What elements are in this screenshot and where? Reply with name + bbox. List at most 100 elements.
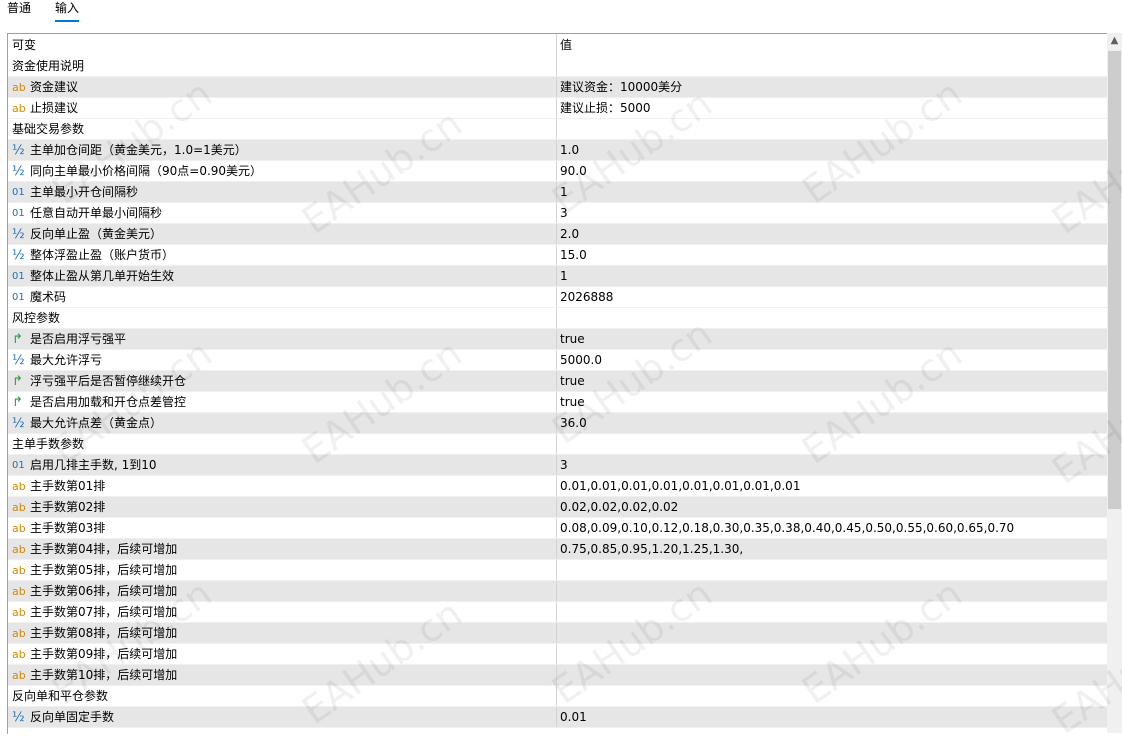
param-name-cell[interactable]: ab 止损建议	[8, 98, 556, 118]
tab-common[interactable]: 普通	[7, 0, 31, 20]
param-name-cell[interactable]: ab 主手数第09排，后续可增加	[8, 644, 556, 664]
param-row[interactable]: 01 魔术码 2026888	[8, 287, 1122, 308]
param-name-cell[interactable]: ab 主手数第06排，后续可增加	[8, 581, 556, 601]
param-value-cell[interactable]	[557, 623, 1108, 643]
param-name-cell[interactable]: ½ 反向单固定手数	[8, 707, 556, 727]
param-row[interactable]: ½ 同向主单最小价格间隔（90点=0.90美元） 90.0	[8, 161, 1122, 182]
param-value-cell[interactable]: 2.0	[557, 224, 1108, 244]
param-row[interactable]: 01 任意自动开单最小间隔秒 3	[8, 203, 1122, 224]
param-value-cell[interactable]: 0.75,0.85,0.95,1.20,1.25,1.30,	[557, 539, 1108, 559]
param-row[interactable]: ½ 整体浮盈止盈（账户货币） 15.0	[8, 245, 1122, 266]
param-name-cell[interactable]: ↱ 是否启用加载和开仓点差管控	[8, 392, 556, 412]
param-value-cell[interactable]: 建议止损：5000	[557, 98, 1108, 118]
param-name-cell[interactable]: 基础交易参数	[8, 119, 556, 139]
param-row[interactable]: 01 整体止盈从第几单开始生效 1	[8, 266, 1122, 287]
param-row[interactable]: ab 止损建议 建议止损：5000	[8, 98, 1122, 119]
param-row[interactable]: ab 主手数第06排，后续可增加	[8, 581, 1122, 602]
tab-inputs[interactable]: 输入	[55, 0, 80, 22]
param-name-cell[interactable]: ½ 反向单止盈（黄金美元）	[8, 224, 556, 244]
param-row[interactable]: ½ 最大允许点差（黄金点） 36.0	[8, 413, 1122, 434]
param-name-cell[interactable]: 风控参数	[8, 308, 556, 328]
section-row[interactable]: 风控参数	[8, 308, 1122, 329]
param-value-cell[interactable]: 90.0	[557, 161, 1108, 181]
param-row[interactable]: ab 资金建议 建议资金：10000美分	[8, 77, 1122, 98]
param-value: 15.0	[560, 248, 587, 262]
param-value-cell[interactable]	[557, 665, 1108, 685]
param-name-cell[interactable]: 资金使用说明	[8, 56, 556, 76]
param-name-cell[interactable]: ab 主手数第10排，后续可增加	[8, 665, 556, 685]
param-value-cell[interactable]: 3	[557, 455, 1108, 475]
param-name-cell[interactable]: 01 魔术码	[8, 287, 556, 307]
param-name-cell[interactable]: 01 主单最小开仓间隔秒	[8, 182, 556, 202]
param-name-cell[interactable]: 主单手数参数	[8, 434, 556, 454]
param-name-cell[interactable]: ↱ 浮亏强平后是否暂停继续开仓	[8, 371, 556, 391]
param-name-cell[interactable]: ab 主手数第08排，后续可增加	[8, 623, 556, 643]
param-name-cell[interactable]: ½ 主单加仓间距（黄金美元，1.0=1美元）	[8, 140, 556, 160]
param-name-cell[interactable]: ab 主手数第01排	[8, 476, 556, 496]
param-row[interactable]: ab 主手数第01排 0.01,0.01,0.01,0.01,0.01,0.01,0…	[8, 476, 1122, 497]
param-value-cell[interactable]: 5000.0	[557, 350, 1108, 370]
param-value-cell[interactable]	[557, 644, 1108, 664]
param-value-cell[interactable]: true	[557, 392, 1108, 412]
param-row[interactable]: ½ 最大允许浮亏 5000.0	[8, 350, 1122, 371]
param-value-cell[interactable]: 0.02,0.02,0.02,0.02	[557, 497, 1108, 517]
param-value-cell[interactable]: 1	[557, 182, 1108, 202]
param-row[interactable]: ab 主手数第03排 0.08,0.09,0.10,0.12,0.18,0.30,0…	[8, 518, 1122, 539]
param-row[interactable]: 01 启用几排主手数, 1到10 3	[8, 455, 1122, 476]
section-row[interactable]: 资金使用说明	[8, 56, 1122, 77]
param-row[interactable]: ↱ 是否启用加载和开仓点差管控 true	[8, 392, 1122, 413]
param-row[interactable]: ↱ 是否启用浮亏强平 true	[8, 329, 1122, 350]
param-value-cell[interactable]: true	[557, 329, 1108, 349]
scroll-up-arrow-icon[interactable]: ▲	[1107, 33, 1122, 49]
param-name-cell[interactable]: 01 启用几排主手数, 1到10	[8, 455, 556, 475]
param-value-cell[interactable]	[557, 602, 1108, 622]
param-name-cell[interactable]: 01 整体止盈从第几单开始生效	[8, 266, 556, 286]
param-value-cell[interactable]	[557, 581, 1108, 601]
param-name-cell[interactable]: 01 任意自动开单最小间隔秒	[8, 203, 556, 223]
header-value-column[interactable]: 值	[557, 34, 1108, 56]
param-value-cell[interactable]	[557, 560, 1108, 580]
section-row[interactable]: 基础交易参数	[8, 119, 1122, 140]
param-row[interactable]: ab 主手数第02排 0.02,0.02,0.02,0.02	[8, 497, 1122, 518]
param-value-cell[interactable]: 2026888	[557, 287, 1108, 307]
param-value-cell[interactable]: 36.0	[557, 413, 1108, 433]
param-value-cell	[557, 308, 1108, 328]
param-value-cell[interactable]: 0.01,0.01,0.01,0.01,0.01,0.01,0.01,0.01	[557, 476, 1108, 496]
param-row[interactable]: 01 主单最小开仓间隔秒 1	[8, 182, 1122, 203]
param-name-cell[interactable]: ½ 最大允许浮亏	[8, 350, 556, 370]
param-value-cell[interactable]: 15.0	[557, 245, 1108, 265]
param-value-cell[interactable]: 建议资金：10000美分	[557, 77, 1108, 97]
param-value-cell[interactable]: 1.0	[557, 140, 1108, 160]
param-name-cell[interactable]: ab 主手数第03排	[8, 518, 556, 538]
param-row[interactable]: ↱ 浮亏强平后是否暂停继续开仓 true	[8, 371, 1122, 392]
param-row[interactable]: ab 主手数第08排，后续可增加	[8, 623, 1122, 644]
param-value-cell[interactable]: 3	[557, 203, 1108, 223]
param-row[interactable]: ab 主手数第05排，后续可增加	[8, 560, 1122, 581]
section-row[interactable]: 主单手数参数	[8, 434, 1122, 455]
vertical-scrollbar[interactable]: ▲	[1107, 33, 1122, 733]
header-name-column[interactable]: 可变	[8, 34, 556, 56]
param-name-cell[interactable]: 反向单和平仓参数	[8, 686, 556, 706]
section-row[interactable]: 反向单和平仓参数	[8, 686, 1122, 707]
param-value-cell[interactable]: 0.01	[557, 707, 1108, 727]
param-name-cell[interactable]: ab 主手数第04排，后续可增加	[8, 539, 556, 559]
param-row[interactable]: ½ 主单加仓间距（黄金美元，1.0=1美元） 1.0	[8, 140, 1122, 161]
param-name-cell[interactable]: ab 主手数第05排，后续可增加	[8, 560, 556, 580]
param-name-cell[interactable]: ab 资金建议	[8, 77, 556, 97]
param-name-cell[interactable]: ½ 最大允许点差（黄金点）	[8, 413, 556, 433]
param-value-cell[interactable]: true	[557, 371, 1108, 391]
param-value-cell[interactable]: 1	[557, 266, 1108, 286]
param-name-cell[interactable]: ab 主手数第07排，后续可增加	[8, 602, 556, 622]
param-name-cell[interactable]: ½ 整体浮盈止盈（账户货币）	[8, 245, 556, 265]
param-name-cell[interactable]: ½ 同向主单最小价格间隔（90点=0.90美元）	[8, 161, 556, 181]
param-row[interactable]: ½ 反向单止盈（黄金美元） 2.0	[8, 224, 1122, 245]
param-row[interactable]: ab 主手数第04排，后续可增加 0.75,0.85,0.95,1.20,1.25,…	[8, 539, 1122, 560]
param-value-cell[interactable]: 0.08,0.09,0.10,0.12,0.18,0.30,0.35,0.38,…	[557, 518, 1108, 538]
scroll-thumb[interactable]	[1108, 51, 1121, 509]
param-name-cell[interactable]: ↱ 是否启用浮亏强平	[8, 329, 556, 349]
param-row[interactable]: ½ 反向单固定手数 0.01	[8, 707, 1122, 728]
param-row[interactable]: ab 主手数第10排，后续可增加	[8, 665, 1122, 686]
param-row[interactable]: ab 主手数第07排，后续可增加	[8, 602, 1122, 623]
param-name-cell[interactable]: ab 主手数第02排	[8, 497, 556, 517]
param-row[interactable]: ab 主手数第09排，后续可增加	[8, 644, 1122, 665]
